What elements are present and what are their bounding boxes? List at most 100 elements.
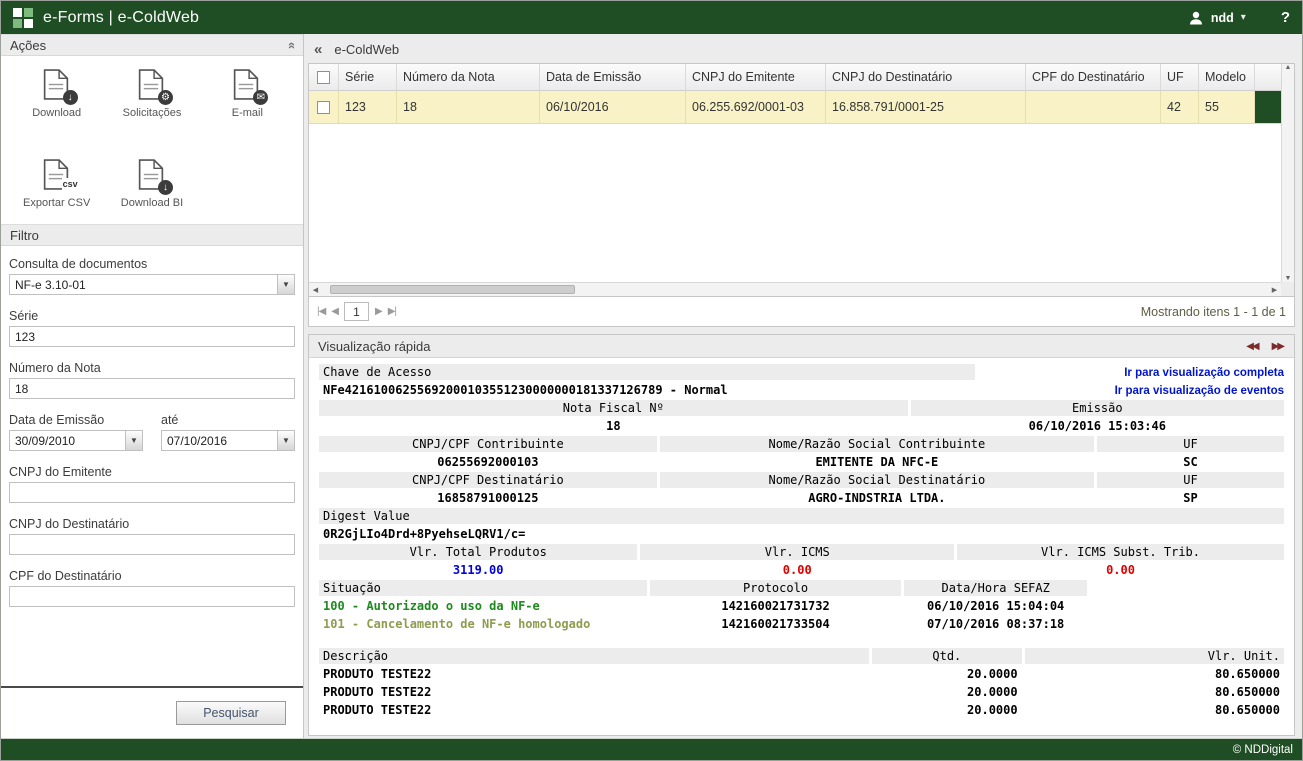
emissao-label: Emissão bbox=[911, 400, 1284, 416]
quickview-header: Visualização rápida ◀◀ ▶▶ bbox=[309, 335, 1294, 358]
product-row: PRODUTO TESTE22 20.0000 80.650000 bbox=[319, 666, 1284, 682]
solicitacoes-button[interactable]: ⚙ Solicitações bbox=[104, 69, 199, 135]
select-all-checkbox[interactable] bbox=[317, 71, 330, 84]
email-button[interactable]: ✉ E-mail bbox=[200, 69, 295, 135]
produto-vlr-unit: 80.650000 bbox=[1025, 684, 1284, 700]
cell-cpf-destinatario bbox=[1026, 91, 1161, 123]
download-badge-icon: ↓ bbox=[158, 180, 173, 195]
cpf-destinatario-input[interactable] bbox=[9, 586, 295, 607]
cell-cnpj-destinatario: 16.858.791/0001-25 bbox=[826, 91, 1026, 123]
action-label: Exportar CSV bbox=[23, 197, 90, 209]
col-modelo[interactable]: Modelo bbox=[1199, 64, 1255, 90]
table-row[interactable]: 123 18 06/10/2016 06.255.692/0001-03 16.… bbox=[309, 91, 1294, 124]
protocolo-value: 142160021731732 bbox=[650, 598, 901, 614]
first-page-button[interactable]: |◀ bbox=[317, 306, 325, 317]
vlr-total-value: 3119.00 bbox=[319, 562, 637, 578]
scroll-down-icon[interactable]: ▼ bbox=[1285, 275, 1292, 282]
descricao-label: Descrição bbox=[319, 648, 869, 664]
product-row: PRODUTO TESTE22 20.0000 80.650000 bbox=[319, 702, 1284, 718]
user-icon bbox=[1188, 10, 1204, 26]
serie-input[interactable] bbox=[9, 326, 295, 347]
scroll-up-icon[interactable]: ▲ bbox=[1285, 64, 1292, 71]
serie-label: Série bbox=[9, 309, 295, 323]
col-uf[interactable]: UF bbox=[1161, 64, 1199, 90]
help-button[interactable]: ? bbox=[1281, 9, 1290, 26]
emissao-value: 06/10/2016 15:03:46 bbox=[911, 418, 1284, 434]
uf-label: UF bbox=[1097, 472, 1284, 488]
tab-ecoldweb[interactable]: e-ColdWeb bbox=[334, 42, 399, 57]
vlr-icms-st-value: 0.00 bbox=[957, 562, 1284, 578]
next-page-button[interactable]: ▶ bbox=[375, 306, 382, 317]
cnpj-destinatario-label: CNPJ do Destinatário bbox=[9, 517, 295, 531]
numero-nota-label: Número da Nota bbox=[9, 361, 295, 375]
consulta-documentos-select[interactable] bbox=[9, 274, 295, 295]
page-number-input[interactable]: 1 bbox=[344, 302, 369, 321]
cell-modelo: 55 bbox=[1199, 91, 1255, 123]
paging-status: Mostrando itens 1 - 1 de 1 bbox=[1141, 305, 1286, 319]
cnpj-emitente-label: CNPJ do Emitente bbox=[9, 465, 295, 479]
download-button[interactable]: ↓ Download bbox=[9, 69, 104, 135]
col-cpf-destinatario[interactable]: CPF do Destinatário bbox=[1026, 64, 1161, 90]
numero-nota-input[interactable] bbox=[9, 378, 295, 399]
protocolo-label: Protocolo bbox=[650, 580, 901, 596]
quickview-next-icon[interactable]: ▶▶ bbox=[1272, 341, 1285, 352]
data-emissao-de-input[interactable] bbox=[9, 430, 143, 451]
produto-qtd: 20.0000 bbox=[872, 702, 1022, 718]
scroll-right-icon[interactable]: ▶ bbox=[1268, 286, 1281, 294]
chave-acesso-value: NFe4216100625569200010355123000000018133… bbox=[319, 382, 975, 398]
col-cnpj-destinatario[interactable]: CNPJ do Destinatário bbox=[826, 64, 1026, 90]
produto-descricao: PRODUTO TESTE22 bbox=[319, 684, 869, 700]
cnpj-emitente-input[interactable] bbox=[9, 482, 295, 503]
download-bi-button[interactable]: ↓ Download BI bbox=[104, 159, 199, 225]
horizontal-scrollbar[interactable]: ◀ ▶ bbox=[309, 282, 1281, 296]
dropdown-arrow-icon[interactable]: ▼ bbox=[277, 431, 294, 450]
collapse-panel-icon[interactable]: » bbox=[283, 41, 298, 48]
row-status-color-cell bbox=[1255, 91, 1281, 123]
results-grid: Série Número da Nota Data de Emissão CNP… bbox=[308, 63, 1295, 297]
download-icon: ↓ bbox=[42, 69, 72, 102]
data-emissao-ate-input[interactable] bbox=[161, 430, 295, 451]
prev-page-button[interactable]: ◀ bbox=[331, 306, 338, 317]
link-visualizacao-eventos[interactable]: Ir para visualização de eventos bbox=[1115, 385, 1284, 397]
col-data-emissao[interactable]: Data de Emissão bbox=[540, 64, 686, 90]
download-badge-icon: ↓ bbox=[63, 90, 78, 105]
situacao-value: 100 - Autorizado o uso da NF-e bbox=[319, 598, 647, 614]
digest-value-label: Digest Value bbox=[319, 508, 1284, 524]
qtd-label: Qtd. bbox=[872, 648, 1022, 664]
pesquisar-button[interactable]: Pesquisar bbox=[176, 701, 286, 725]
uf-contribuinte-value: SC bbox=[1097, 454, 1284, 470]
col-cnpj-emitente[interactable]: CNPJ do Emitente bbox=[686, 64, 826, 90]
vlr-unit-label: Vlr. Unit. bbox=[1025, 648, 1284, 664]
scroll-left-icon[interactable]: ◀ bbox=[309, 286, 322, 294]
dropdown-arrow-icon[interactable]: ▼ bbox=[277, 275, 294, 294]
nota-fiscal-value: 18 bbox=[319, 418, 908, 434]
product-row: PRODUTO TESTE22 20.0000 80.650000 bbox=[319, 684, 1284, 700]
action-label: Solicitações bbox=[123, 107, 182, 119]
scrollbar-corner bbox=[1281, 282, 1294, 296]
last-page-button[interactable]: ▶| bbox=[388, 306, 396, 317]
quickview-prev-icon[interactable]: ◀◀ bbox=[1246, 341, 1259, 352]
email-icon: ✉ bbox=[232, 69, 262, 102]
dropdown-arrow-icon[interactable]: ▼ bbox=[125, 431, 142, 450]
collapse-sidebar-icon[interactable]: « bbox=[314, 41, 322, 58]
link-visualizacao-completa[interactable]: Ir para visualização completa bbox=[1124, 367, 1284, 379]
produto-descricao: PRODUTO TESTE22 bbox=[319, 702, 869, 718]
quickview-panel: Visualização rápida ◀◀ ▶▶ Chave de Acess… bbox=[308, 334, 1295, 736]
chevron-down-icon[interactable]: ▾ bbox=[1241, 12, 1246, 23]
vertical-scrollbar[interactable]: ▲ ▼ bbox=[1281, 64, 1294, 282]
nome-contribuinte-label: Nome/Razão Social Contribuinte bbox=[660, 436, 1094, 452]
situacao-label: Situação bbox=[319, 580, 647, 596]
cnpj-destinatario-input[interactable] bbox=[9, 534, 295, 555]
horizontal-scroll-thumb[interactable] bbox=[330, 285, 575, 294]
col-numero-nota[interactable]: Número da Nota bbox=[397, 64, 540, 90]
col-serie[interactable]: Série bbox=[339, 64, 397, 90]
chave-acesso-label: Chave de Acesso bbox=[319, 364, 975, 380]
exportar-csv-button[interactable]: csv Exportar CSV bbox=[9, 159, 104, 225]
user-menu[interactable]: ndd bbox=[1211, 11, 1234, 25]
cell-uf: 42 bbox=[1161, 91, 1199, 123]
row-checkbox[interactable] bbox=[317, 101, 330, 114]
uf-label: UF bbox=[1097, 436, 1284, 452]
vlr-icms-st-label: Vlr. ICMS Subst. Trib. bbox=[957, 544, 1284, 560]
cell-numero-nota: 18 bbox=[397, 91, 540, 123]
cpf-destinatario-label: CPF do Destinatário bbox=[9, 569, 295, 583]
